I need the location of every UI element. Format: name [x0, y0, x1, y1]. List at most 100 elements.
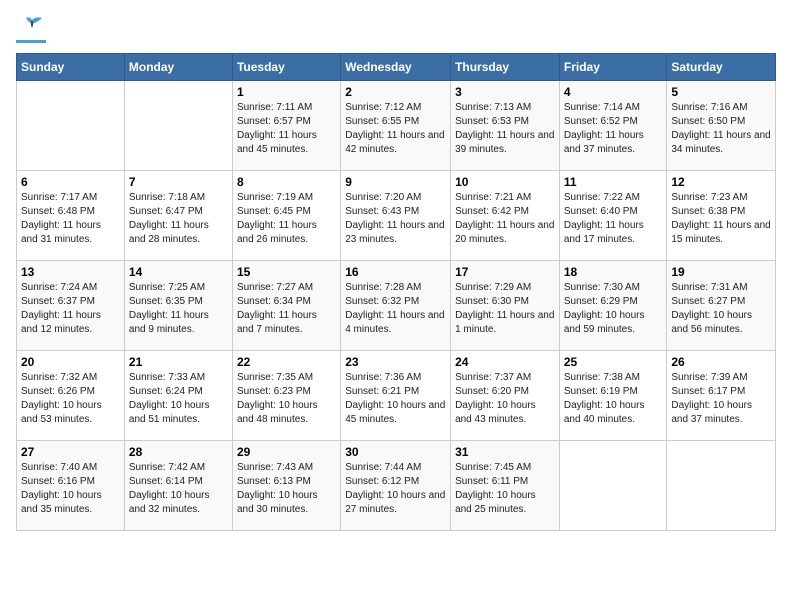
logo	[16, 16, 46, 43]
calendar-cell: 4 Sunrise: 7:14 AM Sunset: 6:52 PM Daylig…	[559, 81, 667, 171]
day-info: Sunrise: 7:27 AM Sunset: 6:34 PM Dayligh…	[237, 281, 336, 337]
weekday-header-wednesday: Wednesday	[341, 54, 451, 81]
weekday-header-monday: Monday	[124, 54, 232, 81]
calendar-cell: 9Sunrise: 7:20 AM Sunset: 6:43 PM Daylig…	[341, 171, 451, 261]
day-info: Sunrise: 7:24 AM Sunset: 6:37 PM Dayligh…	[21, 281, 120, 337]
day-number: 22	[237, 355, 336, 369]
day-number: 23	[345, 355, 446, 369]
day-info: Sunrise: 7:14 AM Sunset: 6:52 PM Dayligh…	[564, 101, 663, 157]
day-number: 6	[21, 175, 120, 189]
day-number: 11	[564, 175, 663, 189]
day-info: Sunrise: 7:36 AM Sunset: 6:21 PM Dayligh…	[345, 371, 446, 427]
week-row-3: 13 Sunrise: 7:24 AM Sunset: 6:37 PM Dayli…	[17, 261, 776, 351]
week-row-1: 1 Sunrise: 7:11 AM Sunset: 6:57 PM Daylig…	[17, 81, 776, 171]
day-number: 1	[237, 85, 336, 99]
day-info: Sunrise: 7:33 AM Sunset: 6:24 PM Dayligh…	[129, 371, 228, 427]
calendar-cell: 5 Sunrise: 7:16 AM Sunset: 6:50 PM Daylig…	[667, 81, 776, 171]
calendar-cell	[559, 441, 667, 531]
day-info: Sunrise: 7:11 AM Sunset: 6:57 PM Dayligh…	[237, 101, 336, 157]
day-number: 31	[455, 445, 555, 459]
calendar-cell: 28 Sunrise: 7:42 AM Sunset: 6:14 PM Dayli…	[124, 441, 232, 531]
day-info: Sunrise: 7:44 AM Sunset: 6:12 PM Dayligh…	[345, 461, 446, 517]
day-info: Sunrise: 7:12 AM Sunset: 6:55 PM Dayligh…	[345, 101, 446, 157]
calendar-cell: 6 Sunrise: 7:17 AM Sunset: 6:48 PM Daylig…	[17, 171, 125, 261]
calendar-cell: 13 Sunrise: 7:24 AM Sunset: 6:37 PM Dayli…	[17, 261, 125, 351]
day-number: 28	[129, 445, 228, 459]
weekday-header-thursday: Thursday	[451, 54, 560, 81]
day-info: Sunrise: 7:16 AM Sunset: 6:50 PM Dayligh…	[671, 101, 771, 157]
day-info: Sunrise: 7:25 AM Sunset: 6:35 PM Dayligh…	[129, 281, 228, 337]
calendar-cell	[17, 81, 125, 171]
calendar-cell: 11 Sunrise: 7:22 AM Sunset: 6:40 PM Dayli…	[559, 171, 667, 261]
calendar-cell: 8 Sunrise: 7:19 AM Sunset: 6:45 PM Daylig…	[232, 171, 340, 261]
calendar-cell: 22 Sunrise: 7:35 AM Sunset: 6:23 PM Dayli…	[232, 351, 340, 441]
calendar-cell: 3 Sunrise: 7:13 AM Sunset: 6:53 PM Daylig…	[451, 81, 560, 171]
day-info: Sunrise: 7:17 AM Sunset: 6:48 PM Dayligh…	[21, 191, 120, 247]
page-header	[16, 16, 776, 43]
weekday-header-friday: Friday	[559, 54, 667, 81]
logo-bird-icon	[18, 16, 46, 38]
calendar-cell: 1 Sunrise: 7:11 AM Sunset: 6:57 PM Daylig…	[232, 81, 340, 171]
day-info: Sunrise: 7:35 AM Sunset: 6:23 PM Dayligh…	[237, 371, 336, 427]
calendar-cell: 27Sunrise: 7:40 AM Sunset: 6:16 PM Dayli…	[17, 441, 125, 531]
day-number: 13	[21, 265, 120, 279]
week-row-2: 6 Sunrise: 7:17 AM Sunset: 6:48 PM Daylig…	[17, 171, 776, 261]
day-number: 30	[345, 445, 446, 459]
calendar-cell: 29 Sunrise: 7:43 AM Sunset: 6:13 PM Dayli…	[232, 441, 340, 531]
day-number: 14	[129, 265, 228, 279]
day-number: 4	[564, 85, 663, 99]
calendar-cell: 24 Sunrise: 7:37 AM Sunset: 6:20 PM Dayli…	[451, 351, 560, 441]
day-info: Sunrise: 7:13 AM Sunset: 6:53 PM Dayligh…	[455, 101, 555, 157]
day-number: 19	[671, 265, 771, 279]
calendar-cell: 25Sunrise: 7:38 AM Sunset: 6:19 PM Dayli…	[559, 351, 667, 441]
calendar-cell: 15 Sunrise: 7:27 AM Sunset: 6:34 PM Dayli…	[232, 261, 340, 351]
weekday-header-saturday: Saturday	[667, 54, 776, 81]
day-number: 24	[455, 355, 555, 369]
day-number: 3	[455, 85, 555, 99]
day-info: Sunrise: 7:23 AM Sunset: 6:38 PM Dayligh…	[671, 191, 771, 247]
day-number: 27	[21, 445, 120, 459]
day-number: 8	[237, 175, 336, 189]
day-info: Sunrise: 7:45 AM Sunset: 6:11 PM Dayligh…	[455, 461, 555, 517]
day-number: 18	[564, 265, 663, 279]
day-number: 2	[345, 85, 446, 99]
calendar-cell: 20Sunrise: 7:32 AM Sunset: 6:26 PM Dayli…	[17, 351, 125, 441]
calendar-cell: 16Sunrise: 7:28 AM Sunset: 6:32 PM Dayli…	[341, 261, 451, 351]
calendar-cell: 21Sunrise: 7:33 AM Sunset: 6:24 PM Dayli…	[124, 351, 232, 441]
calendar-cell: 10 Sunrise: 7:21 AM Sunset: 6:42 PM Dayli…	[451, 171, 560, 261]
calendar-cell: 12 Sunrise: 7:23 AM Sunset: 6:38 PM Dayli…	[667, 171, 776, 261]
day-number: 5	[671, 85, 771, 99]
day-number: 7	[129, 175, 228, 189]
week-row-4: 20Sunrise: 7:32 AM Sunset: 6:26 PM Dayli…	[17, 351, 776, 441]
calendar-cell	[667, 441, 776, 531]
calendar-cell: 14 Sunrise: 7:25 AM Sunset: 6:35 PM Dayli…	[124, 261, 232, 351]
day-info: Sunrise: 7:39 AM Sunset: 6:17 PM Dayligh…	[671, 371, 771, 427]
day-number: 12	[671, 175, 771, 189]
weekday-header-tuesday: Tuesday	[232, 54, 340, 81]
day-info: Sunrise: 7:31 AM Sunset: 6:27 PM Dayligh…	[671, 281, 771, 337]
day-number: 9	[345, 175, 446, 189]
day-number: 10	[455, 175, 555, 189]
day-number: 17	[455, 265, 555, 279]
calendar-table: SundayMondayTuesdayWednesdayThursdayFrid…	[16, 53, 776, 531]
day-number: 29	[237, 445, 336, 459]
logo-divider	[16, 40, 46, 43]
calendar-cell: 18Sunrise: 7:30 AM Sunset: 6:29 PM Dayli…	[559, 261, 667, 351]
day-info: Sunrise: 7:19 AM Sunset: 6:45 PM Dayligh…	[237, 191, 336, 247]
day-info: Sunrise: 7:29 AM Sunset: 6:30 PM Dayligh…	[455, 281, 555, 337]
day-info: Sunrise: 7:38 AM Sunset: 6:19 PM Dayligh…	[564, 371, 663, 427]
calendar-cell: 26 Sunrise: 7:39 AM Sunset: 6:17 PM Dayli…	[667, 351, 776, 441]
day-info: Sunrise: 7:21 AM Sunset: 6:42 PM Dayligh…	[455, 191, 555, 247]
day-info: Sunrise: 7:42 AM Sunset: 6:14 PM Dayligh…	[129, 461, 228, 517]
day-info: Sunrise: 7:28 AM Sunset: 6:32 PM Dayligh…	[345, 281, 446, 337]
day-info: Sunrise: 7:43 AM Sunset: 6:13 PM Dayligh…	[237, 461, 336, 517]
calendar-cell: 30 Sunrise: 7:44 AM Sunset: 6:12 PM Dayli…	[341, 441, 451, 531]
calendar-cell: 19 Sunrise: 7:31 AM Sunset: 6:27 PM Dayli…	[667, 261, 776, 351]
day-number: 15	[237, 265, 336, 279]
calendar-cell: 17 Sunrise: 7:29 AM Sunset: 6:30 PM Dayli…	[451, 261, 560, 351]
day-number: 26	[671, 355, 771, 369]
day-info: Sunrise: 7:37 AM Sunset: 6:20 PM Dayligh…	[455, 371, 555, 427]
calendar-cell: 2 Sunrise: 7:12 AM Sunset: 6:55 PM Daylig…	[341, 81, 451, 171]
day-number: 20	[21, 355, 120, 369]
day-info: Sunrise: 7:22 AM Sunset: 6:40 PM Dayligh…	[564, 191, 663, 247]
